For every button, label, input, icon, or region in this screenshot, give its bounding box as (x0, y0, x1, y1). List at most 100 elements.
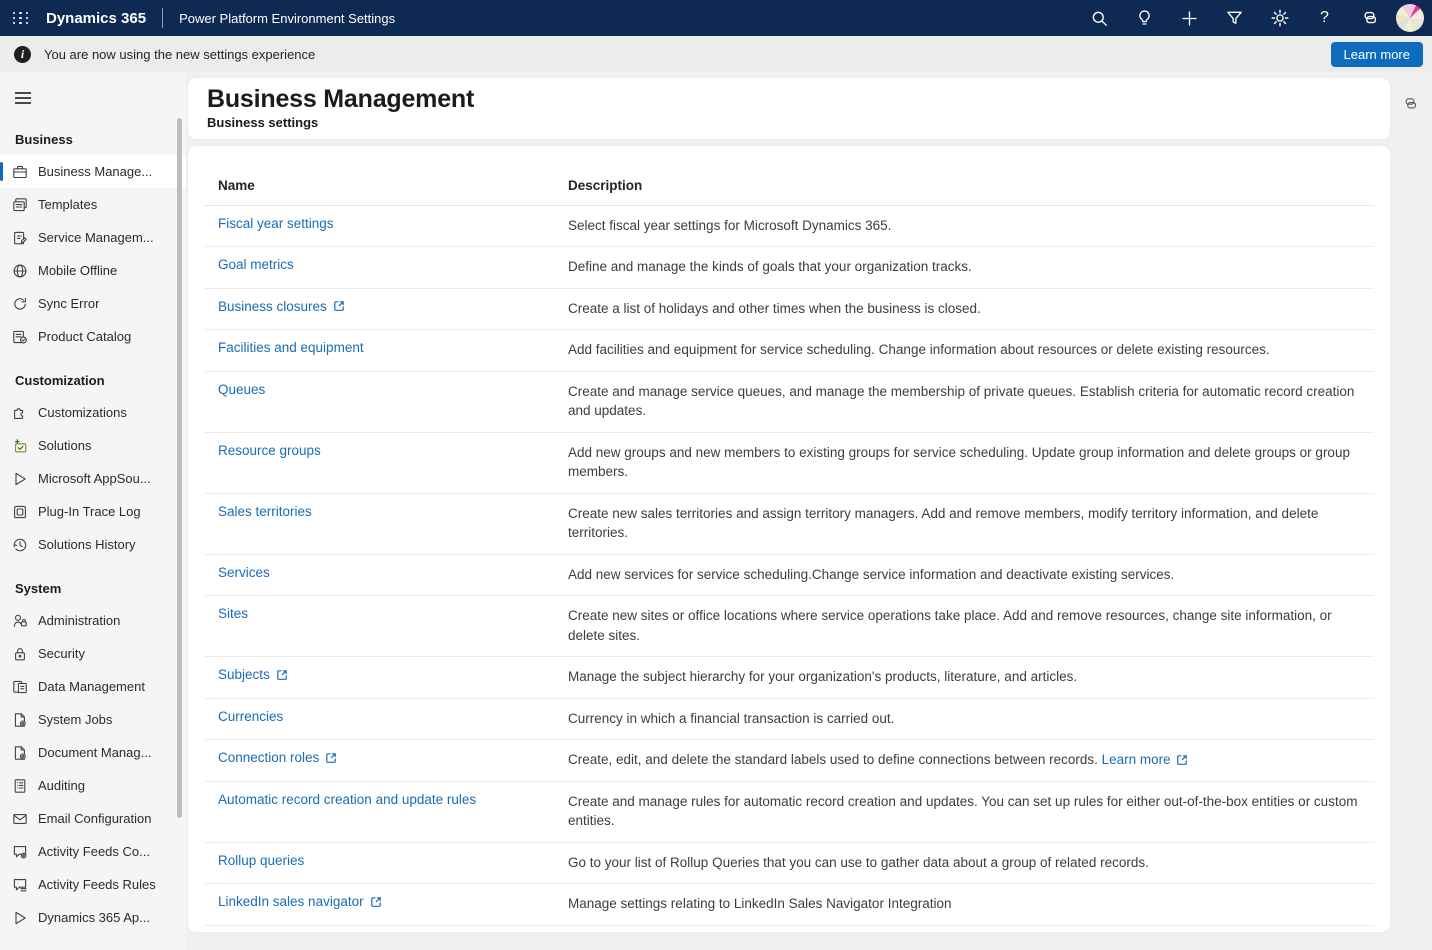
settings-sidebar: Business Business Manage... Templates Servi… (0, 72, 186, 950)
setting-link[interactable]: Fiscal year settings (218, 216, 334, 231)
add-icon[interactable] (1167, 0, 1212, 36)
sidebar-item-plug-in-trace-log[interactable]: Plug-In Trace Log (0, 495, 186, 528)
row-description-cell: Create and manage service queues, and ma… (568, 382, 1374, 421)
app-title: Power Platform Environment Settings (179, 11, 395, 26)
row-name-cell: Currencies (204, 709, 568, 729)
help-icon[interactable]: ? (1302, 0, 1347, 36)
filter-icon[interactable] (1212, 0, 1257, 36)
banner-text: You are now using the new settings exper… (44, 47, 1331, 62)
page-subtitle: Business settings (207, 115, 1371, 130)
sidebar-item-dynamics-365-app[interactable]: Dynamics 365 Ap... (0, 901, 186, 934)
setting-link[interactable]: Facilities and equipment (218, 340, 364, 355)
sidebar-item-activity-feeds-config[interactable]: Activity Feeds Co... (0, 835, 186, 868)
setting-link[interactable]: Business closures (218, 299, 345, 314)
copilot-icon (1402, 95, 1420, 113)
sidebar-item-label: Plug-In Trace Log (38, 504, 141, 519)
briefcase-icon (12, 164, 28, 180)
sidebar-item-solutions[interactable]: Solutions (0, 429, 186, 462)
learn-more-button[interactable]: Learn more (1331, 42, 1423, 67)
setting-link[interactable]: LinkedIn sales navigator (218, 894, 382, 909)
table-row: Queues Create and manage service queues, … (204, 372, 1374, 433)
sidebar-item-security[interactable]: Security (0, 637, 186, 670)
sidebar-item-mobile-offline[interactable]: Mobile Offline (0, 254, 186, 287)
lightbulb-icon[interactable] (1122, 0, 1167, 36)
row-description-cell: Define and manage the kinds of goals tha… (568, 257, 1374, 277)
sidebar-item-data-management[interactable]: Data Management (0, 670, 186, 703)
sidebar-item-microsoft-appsource[interactable]: Microsoft AppSou... (0, 462, 186, 495)
sidebar-item-system-jobs[interactable]: System Jobs (0, 703, 186, 736)
setting-link[interactable]: Connection roles (218, 750, 337, 765)
row-description-cell: Create new sites or office locations whe… (568, 606, 1374, 645)
sidebar-item-administration[interactable]: Administration (0, 604, 186, 637)
row-name-cell: Connection roles (204, 750, 568, 770)
sidebar-item-solutions-history[interactable]: Solutions History (0, 528, 186, 561)
settings-gear-icon[interactable] (1257, 0, 1302, 36)
setting-link[interactable]: Services (218, 565, 270, 580)
copilot-side-button[interactable] (1397, 90, 1425, 118)
table-row: Goal metrics Define and manage the kinds … (204, 247, 1374, 289)
solutions-icon (12, 438, 28, 454)
sidebar-item-label: Email Configuration (38, 811, 151, 826)
sidebar-item-customizations[interactable]: Customizations (0, 396, 186, 429)
setting-link[interactable]: Queues (218, 382, 265, 397)
search-icon[interactable] (1077, 0, 1122, 36)
table-header-row: Name Description (204, 146, 1374, 206)
sidebar-item-label: Auditing (38, 778, 85, 793)
setting-link[interactable]: Rollup queries (218, 853, 304, 868)
row-description-cell: Create and manage rules for automatic re… (568, 792, 1374, 831)
row-description-cell: Manage the subject hierarchy for your or… (568, 667, 1374, 687)
sidebar-scrollbar-thumb[interactable] (177, 118, 182, 818)
audit-list-icon (12, 778, 28, 794)
sidebar-item-label: Data Management (38, 679, 145, 694)
page-title: Business Management (207, 85, 1371, 114)
sidebar-item-label: Dynamics 365 Ap... (38, 910, 150, 925)
sidebar-item-label: Templates (38, 197, 97, 212)
chat-rules-icon (12, 877, 28, 893)
sidebar-item-service-management[interactable]: Service Managem... (0, 221, 186, 254)
sidebar-item-auditing[interactable]: Auditing (0, 769, 186, 802)
hamburger-menu-icon[interactable] (10, 84, 42, 112)
setting-link[interactable]: Automatic record creation and update rul… (218, 792, 476, 807)
row-name-cell: Business closures (204, 299, 568, 319)
sidebar-item-label: Solutions History (38, 537, 136, 552)
table-row: Resource groupsAdd new groups and new me… (204, 433, 1374, 494)
sidebar-item-sync-error[interactable]: Sync Error (0, 287, 186, 320)
table-row: Fiscal year settings Select fiscal year s… (204, 206, 1374, 248)
envelope-icon (12, 811, 28, 827)
setting-link[interactable]: Currencies (218, 709, 283, 724)
info-banner: i You are now using the new settings exp… (0, 36, 1432, 72)
setting-link[interactable]: Sales territories (218, 504, 312, 519)
sidebar-item-activity-feeds-rules[interactable]: Activity Feeds Rules (0, 868, 186, 901)
external-link-icon (370, 896, 382, 908)
setting-link[interactable]: Subjects (218, 667, 288, 682)
sidebar-item-label: Security (38, 646, 85, 661)
chat-gear-icon (12, 844, 28, 860)
document-gear-icon (12, 745, 28, 761)
sidebar-section-title: Business (0, 112, 186, 155)
sidebar-item-email-configuration[interactable]: Email Configuration (0, 802, 186, 835)
copilot-icon[interactable] (1347, 0, 1392, 36)
brand-title: Dynamics 365 (46, 10, 146, 27)
setting-link[interactable]: Sites (218, 606, 248, 621)
setting-link[interactable]: Goal metrics (218, 257, 294, 272)
description-learn-more-link[interactable]: Learn more (1102, 750, 1188, 770)
waffle-icon[interactable] (0, 0, 42, 36)
sidebar-item-business-management[interactable]: Business Manage... (0, 155, 186, 188)
row-description-cell: Manage settings relating to LinkedIn Sal… (568, 894, 1374, 914)
question-mark-glyph: ? (1320, 9, 1329, 27)
column-header-name: Name (204, 178, 568, 193)
row-description-cell: Select fiscal year settings for Microsof… (568, 216, 1374, 236)
sidebar-item-label: Business Manage... (38, 164, 152, 179)
sidebar-item-label: Mobile Offline (38, 263, 117, 278)
table-row: Rollup queriesGo to your list of Rollup … (204, 843, 1374, 885)
setting-link[interactable]: Resource groups (218, 443, 321, 458)
lock-icon (12, 646, 28, 662)
top-bar: Dynamics 365 Power Platform Environment … (0, 0, 1432, 36)
sidebar-item-document-management[interactable]: Document Manag... (0, 736, 186, 769)
sidebar-item-templates[interactable]: Templates (0, 188, 186, 221)
external-link-icon (1176, 754, 1188, 766)
table-row: Sites Create new sites or office location… (204, 596, 1374, 657)
play-icon (12, 471, 28, 487)
avatar[interactable] (1396, 4, 1424, 32)
sidebar-item-product-catalog[interactable]: Product Catalog (0, 320, 186, 353)
